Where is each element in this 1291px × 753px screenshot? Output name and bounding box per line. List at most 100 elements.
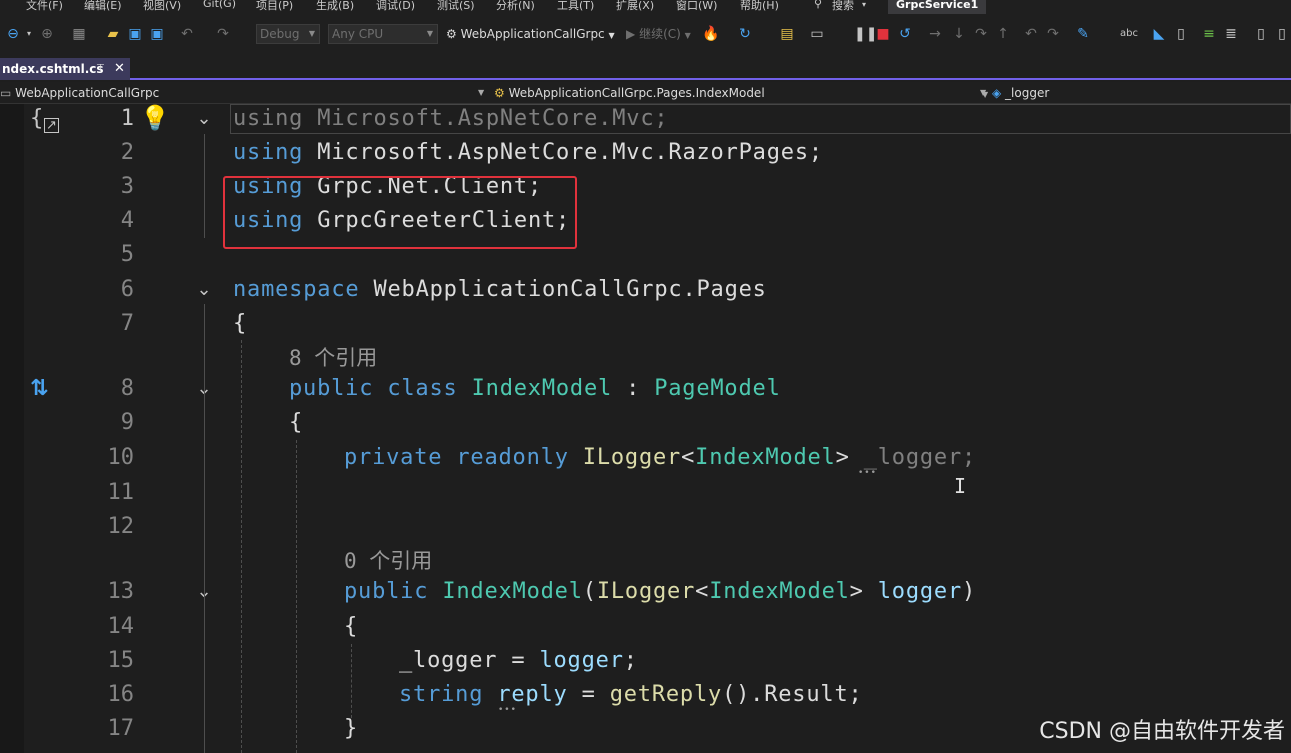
step-forward-icon[interactable]: ↷ (1044, 25, 1062, 43)
code-line: public class IndexModel : PageModel (289, 376, 781, 401)
menu-build[interactable]: 生成(B) (316, 0, 354, 13)
step-back-icon[interactable]: ↶ (1022, 25, 1040, 43)
menu-view[interactable]: 视图(V) (143, 0, 181, 13)
highlight-box (223, 176, 577, 249)
code-line: string reply = getReply().Result; (399, 682, 863, 707)
tab-index-cshtml-cs[interactable]: ndex.cshtml.cs ⊤ ✕ (0, 58, 130, 80)
tab-label: ndex.cshtml.cs (2, 62, 104, 76)
fold-chevron-icon[interactable]: ⌄ (190, 108, 218, 129)
project-icon: ▭ (0, 86, 12, 100)
chevron-down-icon: ▼ (684, 31, 691, 40)
undo-icon[interactable]: ↶ (178, 25, 196, 43)
gear-icon: ⚙ (446, 27, 457, 41)
indent-guide (241, 340, 242, 753)
open-folder-icon[interactable]: ▰ (104, 25, 122, 43)
save-icon[interactable]: ▣ (126, 25, 144, 43)
inherited-by-icon[interactable]: ⇅ (30, 376, 48, 401)
code-line: using Microsoft.AspNetCore.Mvc; (233, 106, 669, 131)
line-number: 11 (107, 480, 135, 505)
quick-actions-icon[interactable]: { (30, 106, 43, 131)
menu-search[interactable]: 搜索 (832, 0, 854, 13)
search-dropdown-icon[interactable]: ▾ (862, 0, 866, 9)
refresh-icon[interactable]: ↻ (736, 25, 754, 43)
line-number: 17 (107, 716, 135, 741)
restart-icon[interactable]: ↺ (896, 25, 914, 43)
editor-left-margin (0, 104, 24, 753)
back-dropdown-icon[interactable]: ▾ (24, 25, 34, 43)
hot-reload-icon[interactable]: 🔥 (702, 25, 720, 43)
menu-extensions[interactable]: 扩展(X) (616, 0, 654, 13)
lightbulb-icon[interactable]: 💡 (140, 104, 170, 132)
code-editor[interactable]: { ↗ 💡 ⇅ 1 2 3 4 5 6 7 8 9 10 11 12 13 14… (0, 104, 1291, 753)
outdent-icon[interactable]: ≣ (1222, 25, 1240, 43)
menu-analyze[interactable]: 分析(N) (496, 0, 535, 13)
code-line: using Microsoft.AspNetCore.Mvc.RazorPage… (233, 140, 823, 165)
line-number: 8 (120, 376, 134, 401)
spell-check-icon[interactable]: abc (1118, 25, 1140, 43)
bookmark-icon[interactable]: ▯ (1254, 25, 1268, 43)
step-over-icon[interactable]: ↷ (972, 25, 990, 43)
line-number: 6 (120, 277, 134, 302)
indent-icon[interactable]: ≡ (1200, 25, 1218, 43)
next-bookmark-icon[interactable]: ▯ (1274, 25, 1290, 43)
menu-edit[interactable]: 编辑(E) (84, 0, 122, 13)
line-number: 7 (120, 311, 134, 336)
member-name: _logger (1005, 86, 1050, 100)
menu-git[interactable]: Git(G) (203, 0, 236, 10)
code-line: { (233, 311, 248, 336)
configuration-select[interactable]: Debug ▼ (256, 24, 320, 44)
line-number: 5 (120, 242, 134, 267)
redo-icon[interactable]: ↷ (214, 25, 232, 43)
continue-button[interactable]: ▶ 继续(C) ▼ (626, 24, 691, 44)
step-out-icon[interactable]: ↑ (994, 25, 1012, 43)
platform-select[interactable]: Any CPU ▼ (328, 24, 438, 44)
line-number: 15 (107, 648, 135, 673)
search-icon[interactable]: ⚲ (814, 0, 822, 10)
menu-debug[interactable]: 调试(D) (376, 0, 415, 13)
chevron-down-icon: ▼ (982, 90, 989, 99)
comment-icon[interactable]: ◣ (1150, 25, 1168, 43)
browse-icon[interactable]: ▤ (778, 25, 796, 43)
line-number: 12 (107, 514, 135, 539)
diagnostics-icon[interactable]: ✎ (1074, 25, 1092, 43)
document-tab-strip: ndex.cshtml.cs ⊤ ✕ (0, 54, 1291, 80)
line-number: 3 (120, 174, 134, 199)
menu-project[interactable]: 项目(P) (256, 0, 293, 13)
codelens-references[interactable]: 0 个引用 (344, 545, 432, 575)
forward-icon[interactable]: ⊕ (38, 25, 56, 43)
open-external-icon[interactable]: ↗ (44, 118, 59, 133)
codelens-references[interactable]: 8 个引用 (289, 342, 377, 372)
back-icon[interactable]: ⊖ (4, 25, 22, 43)
suggestion-dots: ••• (858, 468, 877, 478)
uncomment-icon[interactable]: ▯ (1172, 25, 1190, 43)
project-dropdown[interactable]: ▭ WebApplicationCallGrpc ▼ (0, 85, 488, 101)
close-icon[interactable]: ✕ (114, 58, 125, 80)
pause-icon[interactable]: ❚❚ (854, 25, 877, 43)
show-next-statement-icon[interactable]: → (926, 25, 944, 43)
step-into-icon[interactable]: ↓ (950, 25, 968, 43)
line-number: 14 (107, 614, 135, 639)
project-name: WebApplicationCallGrpc (15, 86, 160, 100)
fold-chevron-icon[interactable]: ⌄ (190, 279, 218, 300)
new-item-icon[interactable]: ▦ (70, 25, 88, 43)
startup-project-select[interactable]: ⚙ WebApplicationCallGrpc ▼ (446, 24, 615, 44)
watermark: CSDN @自由软件开发者 (1039, 719, 1285, 744)
pin-icon[interactable]: ⊤ (96, 58, 105, 80)
chevron-down-icon: ▼ (608, 31, 615, 40)
type-dropdown[interactable]: ⚙ WebApplicationCallGrpc.Pages.IndexMode… (494, 85, 988, 101)
indent-guide (351, 644, 352, 718)
menu-file[interactable]: 文件(F) (26, 0, 63, 13)
class-icon: ⚙ (494, 86, 505, 100)
menu-test[interactable]: 测试(S) (437, 0, 475, 13)
save-all-icon[interactable]: ▣ (148, 25, 166, 43)
chevron-down-icon: ▼ (308, 29, 315, 38)
member-dropdown[interactable]: ▼ ◈ _logger (982, 85, 1291, 101)
menu-tools[interactable]: 工具(T) (557, 0, 594, 13)
menu-bar: 文件(F) 编辑(E) 视图(V) Git(G) 项目(P) 生成(B) 调试(… (0, 0, 1291, 14)
menu-window[interactable]: 窗口(W) (676, 0, 717, 13)
continue-label: 继续(C) (639, 27, 681, 41)
line-number: 4 (120, 208, 134, 233)
stop-icon[interactable]: ■ (876, 25, 890, 43)
process-icon[interactable]: ▭ (808, 25, 826, 43)
menu-help[interactable]: 帮助(H) (740, 0, 779, 13)
